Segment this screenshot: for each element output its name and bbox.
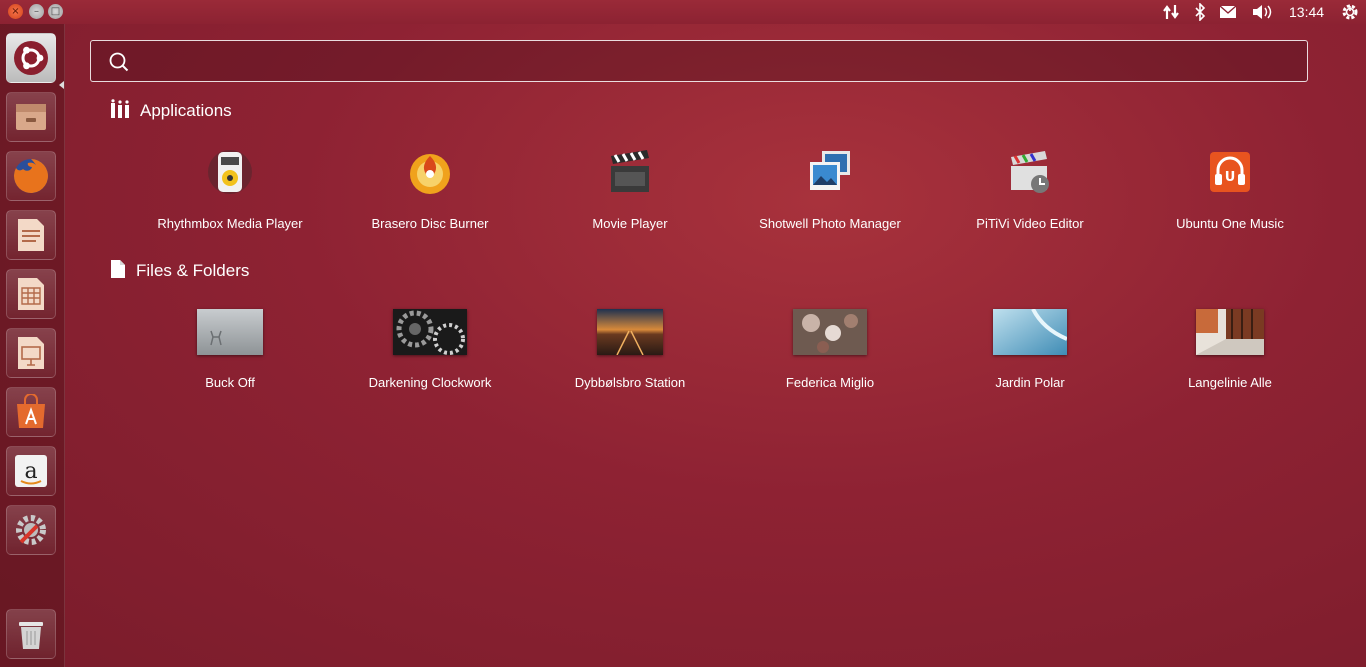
files-category-icon xyxy=(110,259,126,283)
shotwell-icon xyxy=(810,151,850,190)
app-label: PiTiVi Video Editor xyxy=(976,216,1084,231)
files-folders-title: Files & Folders xyxy=(136,261,250,280)
maximize-window-button[interactable]: □ xyxy=(48,4,63,19)
search-icon xyxy=(109,52,129,76)
app-label: Shotwell Photo Manager xyxy=(759,216,901,231)
launcher: a xyxy=(0,24,65,667)
svg-text:U: U xyxy=(1225,170,1236,185)
app-label: Rhythmbox Media Player xyxy=(157,216,303,231)
ubuntu-one-music-icon: U xyxy=(1210,152,1250,192)
close-window-button[interactable]: × xyxy=(8,4,23,19)
top-panel: × – □ 13:44 xyxy=(0,0,1366,24)
applications-header[interactable]: Applications xyxy=(110,99,232,123)
minimize-window-button[interactable]: – xyxy=(29,4,44,19)
svg-text:a: a xyxy=(24,459,37,484)
file-label: Langelinie Alle xyxy=(1188,375,1272,390)
panel-clock[interactable]: 13:44 xyxy=(1289,4,1324,20)
file-label: Dybbølsbro Station xyxy=(574,375,686,390)
files-folders-header[interactable]: Files & Folders xyxy=(110,259,249,283)
amazon-icon[interactable]: a xyxy=(6,446,56,496)
ubuntu-dash-icon[interactable] xyxy=(6,33,56,83)
bluetooth-icon[interactable] xyxy=(1192,3,1208,21)
search-input[interactable] xyxy=(143,49,1297,75)
applications-title: Applications xyxy=(140,101,232,120)
buck-off-thumbnail xyxy=(197,309,263,355)
app-label: Brasero Disc Burner xyxy=(371,216,489,231)
app-label: Ubuntu One Music xyxy=(1176,216,1284,231)
network-icon[interactable] xyxy=(1160,3,1182,21)
rhythmbox-icon xyxy=(208,150,252,194)
pitivi-icon xyxy=(1011,151,1049,193)
software-center-icon[interactable] xyxy=(6,387,56,437)
file-label: Buck Off xyxy=(205,375,255,390)
jardin-polar-thumbnail xyxy=(993,309,1067,355)
system-settings-icon[interactable] xyxy=(6,505,56,555)
active-indicator-icon xyxy=(59,81,64,89)
movie-player-icon xyxy=(611,150,649,192)
writer-icon[interactable] xyxy=(6,210,56,260)
firefox-icon[interactable] xyxy=(6,151,56,201)
volume-icon[interactable] xyxy=(1251,3,1275,21)
federica-miglio-thumbnail xyxy=(793,309,867,355)
langelinie-alle-thumbnail xyxy=(1196,309,1264,355)
file-label: Jardin Polar xyxy=(995,375,1065,390)
mail-icon[interactable] xyxy=(1218,3,1238,21)
darkening-clockwork-thumbnail xyxy=(393,309,467,355)
dash-search-box[interactable] xyxy=(90,40,1308,82)
trash-icon[interactable] xyxy=(6,609,56,659)
dybbolsbro-station-thumbnail xyxy=(597,309,663,355)
brasero-icon xyxy=(410,154,450,194)
session-gear-icon[interactable] xyxy=(1340,3,1360,21)
applications-category-icon xyxy=(110,99,130,123)
calc-icon[interactable] xyxy=(6,269,56,319)
file-label: Darkening Clockwork xyxy=(368,375,492,390)
impress-icon[interactable] xyxy=(6,328,56,378)
file-label: Federica Miglio xyxy=(785,375,875,390)
app-label: Movie Player xyxy=(592,216,668,231)
file-manager-icon[interactable] xyxy=(6,92,56,142)
